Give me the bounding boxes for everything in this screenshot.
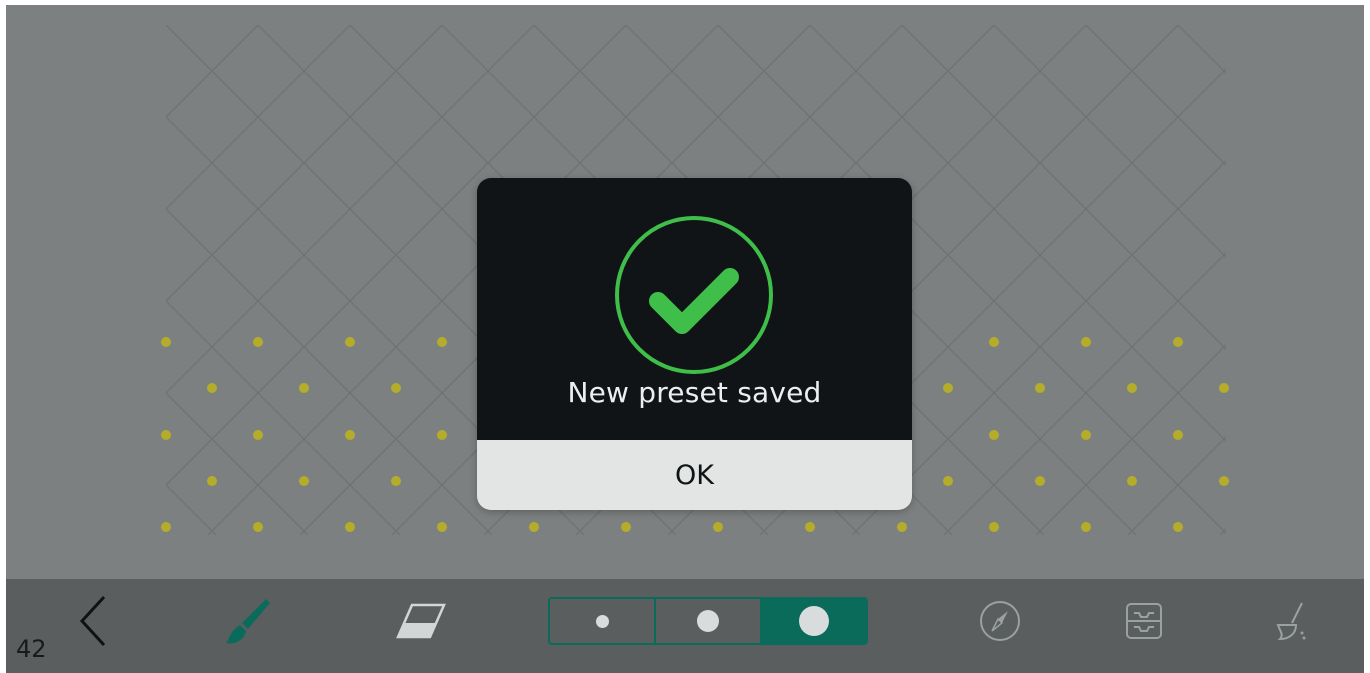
broom-icon: [1276, 602, 1306, 641]
dialog-message: New preset saved: [567, 376, 822, 409]
pattern-dot: [1035, 383, 1045, 393]
pattern-dot: [391, 383, 401, 393]
compass-icon: [980, 601, 1020, 641]
pattern-dot: [621, 522, 631, 532]
pattern-dot: [345, 430, 355, 440]
brush-tool-button[interactable]: [216, 591, 276, 651]
pattern-dot: [253, 337, 263, 347]
bottom-toolbar: 42: [6, 579, 1364, 673]
back-button[interactable]: [64, 591, 124, 651]
pattern-dot: [1127, 476, 1137, 486]
pattern-dot: [161, 337, 171, 347]
pattern-dot: [1035, 476, 1045, 486]
pattern-dot: [161, 522, 171, 532]
pattern-dot: [345, 337, 355, 347]
pattern-dot: [207, 476, 217, 486]
pattern-dot: [1219, 383, 1229, 393]
brush-size-selector: [548, 597, 868, 645]
small-dot-icon: [595, 614, 609, 628]
presets-button[interactable]: [1114, 591, 1174, 651]
pattern-dot: [253, 430, 263, 440]
eraser-tool-button[interactable]: [390, 591, 450, 651]
dialog-body: New preset saved: [477, 178, 912, 440]
brush-size-small[interactable]: [550, 599, 654, 643]
pattern-dot: [1219, 476, 1229, 486]
pattern-dot: [943, 476, 953, 486]
checkmark-circle-icon: [615, 216, 773, 374]
paintbrush-icon: [226, 599, 270, 644]
pattern-dot: [943, 383, 953, 393]
chevron-left-icon: [79, 595, 106, 647]
page-number: 42: [16, 635, 47, 663]
pattern-dot: [1081, 430, 1091, 440]
pattern-dot: [989, 522, 999, 532]
pattern-dot: [207, 383, 217, 393]
pattern-dot: [1173, 337, 1183, 347]
eraser-icon: [396, 603, 446, 639]
brush-size-medium[interactable]: [654, 599, 760, 643]
pattern-dot: [1127, 383, 1137, 393]
pattern-dot: [989, 337, 999, 347]
pattern-dot: [897, 522, 907, 532]
tray-icon: [1126, 603, 1162, 639]
pattern-dot: [299, 476, 309, 486]
pattern-dot: [529, 522, 539, 532]
pattern-dot: [391, 476, 401, 486]
pattern-dot: [253, 522, 263, 532]
compass-button[interactable]: [970, 591, 1030, 651]
medium-dot-icon: [697, 610, 719, 632]
app-screen: 42 New preset saved OK: [0, 0, 1370, 673]
pattern-dot: [299, 383, 309, 393]
pattern-dot: [345, 522, 355, 532]
pattern-dot: [1081, 337, 1091, 347]
pattern-dot: [437, 430, 447, 440]
ok-button[interactable]: OK: [477, 440, 912, 510]
pattern-dot: [989, 430, 999, 440]
pattern-dot: [1081, 522, 1091, 532]
brush-size-large[interactable]: [760, 599, 866, 643]
pattern-dot: [437, 522, 447, 532]
pattern-dot: [1173, 522, 1183, 532]
pattern-dot: [437, 337, 447, 347]
preset-saved-dialog: New preset saved OK: [477, 178, 912, 510]
pattern-dot: [1173, 430, 1183, 440]
clear-button[interactable]: [1260, 591, 1320, 651]
pattern-dot: [713, 522, 723, 532]
pattern-dot: [805, 522, 815, 532]
large-dot-icon: [799, 606, 829, 636]
pattern-dot: [161, 430, 171, 440]
